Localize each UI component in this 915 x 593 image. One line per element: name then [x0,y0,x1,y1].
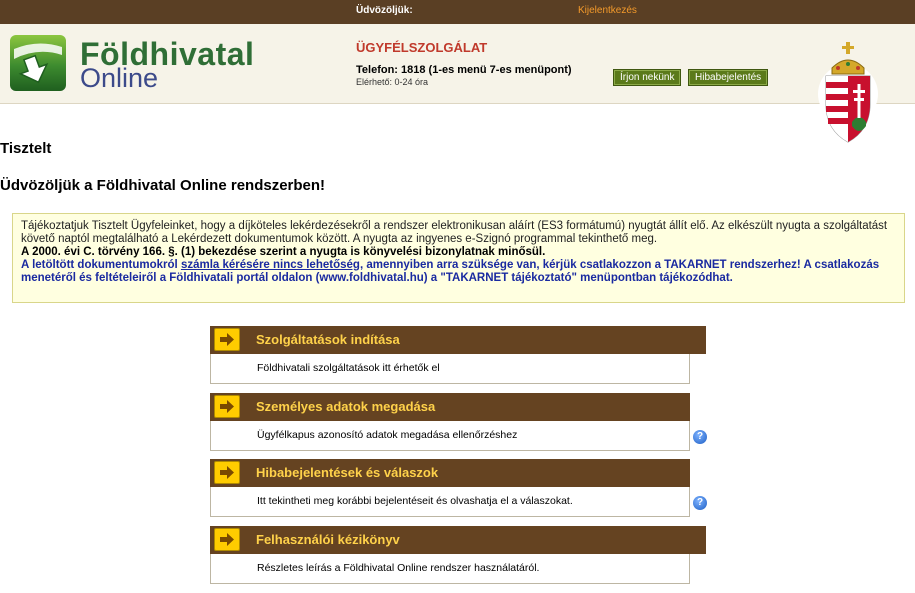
logo-subtitle: Online [80,63,159,93]
customer-service-phone: Telefon: 1818 (1-es menü 7-es menüpont) [356,64,572,76]
card-header[interactable]: Személyes adatok megadása [210,393,690,421]
coat-of-arms-icon [818,42,878,143]
arrow-right-icon [214,461,240,484]
card-description: Ügyfélkapus azonosító adatok megadása el… [257,429,518,441]
greeting-heading: Tisztelt [0,140,52,157]
card-header[interactable]: Felhasználói kézikönyv [210,526,706,554]
card-body: Földhivatali szolgáltatások itt érhetők … [210,354,690,384]
card-title[interactable]: Szolgáltatások indítása [256,332,400,347]
notice-box: Tájékoztatjuk Tisztelt Ügyfeleinket, hog… [12,213,905,303]
card-header[interactable]: Hibabejelentések és válaszok [210,459,690,487]
card-body: Itt tekintheti meg korábbi bejelentéseit… [210,487,690,517]
bug-report-button[interactable]: Hibabejelentés [688,69,769,86]
arrow-right-icon [214,528,240,551]
card-services[interactable]: Szolgáltatások indítása Földhivatali szo… [210,326,706,384]
card-personal-data[interactable]: Személyes adatok megadása Ügyfélkapus az… [210,393,690,451]
arrow-right-icon [214,328,240,351]
info-icon[interactable]: ? [693,496,707,510]
card-header[interactable]: Szolgáltatások indítása [210,326,706,354]
card-user-manual[interactable]: Felhasználói kézikönyv Részletes leírás … [210,526,706,584]
arrow-right-icon [214,395,240,418]
card-description: Itt tekintheti meg korábbi bejelentéseit… [257,495,573,507]
info-icon[interactable]: ? [693,430,707,444]
notice-receipt-text: Tájékoztatjuk Tisztelt Ügyfeleinket, hog… [21,220,888,245]
logout-link[interactable]: Kijelentkezés [578,5,637,16]
header: Földhivatal Online ÜGYFÉLSZOLGÁLAT Telef… [0,24,915,143]
card-description: Földhivatali szolgáltatások itt érhetők … [257,362,440,374]
notice-invoice-part1: A letöltött dokumentumokról [21,259,181,271]
card-bug-reports[interactable]: Hibabejelentések és válaszok Itt tekinth… [210,459,690,517]
card-body: Részletes leírás a Földhivatal Online re… [210,554,690,584]
customer-service-hours: Elérhető: 0-24 óra [356,77,429,87]
welcome-label: Üdvözöljük: [356,5,413,16]
page-title: Üdvözöljük a Földhivatal Online rendszer… [0,177,326,194]
logo-icon[interactable] [10,35,66,91]
card-title[interactable]: Személyes adatok megadása [256,399,435,414]
card-body: Ügyfélkapus azonosító adatok megadása el… [210,421,690,451]
notice-invoice-link[interactable]: számla kérésére nincs lehetőség [181,259,360,271]
notice-invoice-text: A letöltött dokumentumokról számla kérés… [21,259,896,285]
top-bar: Üdvözöljük: Kijelentkezés [0,0,915,24]
card-title[interactable]: Hibabejelentések és válaszok [256,465,438,480]
card-title[interactable]: Felhasználói kézikönyv [256,532,400,547]
notice-law-text: A 2000. évi C. törvény 166. §. (1) bekez… [21,246,546,258]
card-description: Részletes leírás a Földhivatal Online re… [257,562,540,574]
customer-service-title: ÜGYFÉLSZOLGÁLAT [356,40,488,55]
write-to-us-button[interactable]: Írjon nekünk [613,69,682,86]
